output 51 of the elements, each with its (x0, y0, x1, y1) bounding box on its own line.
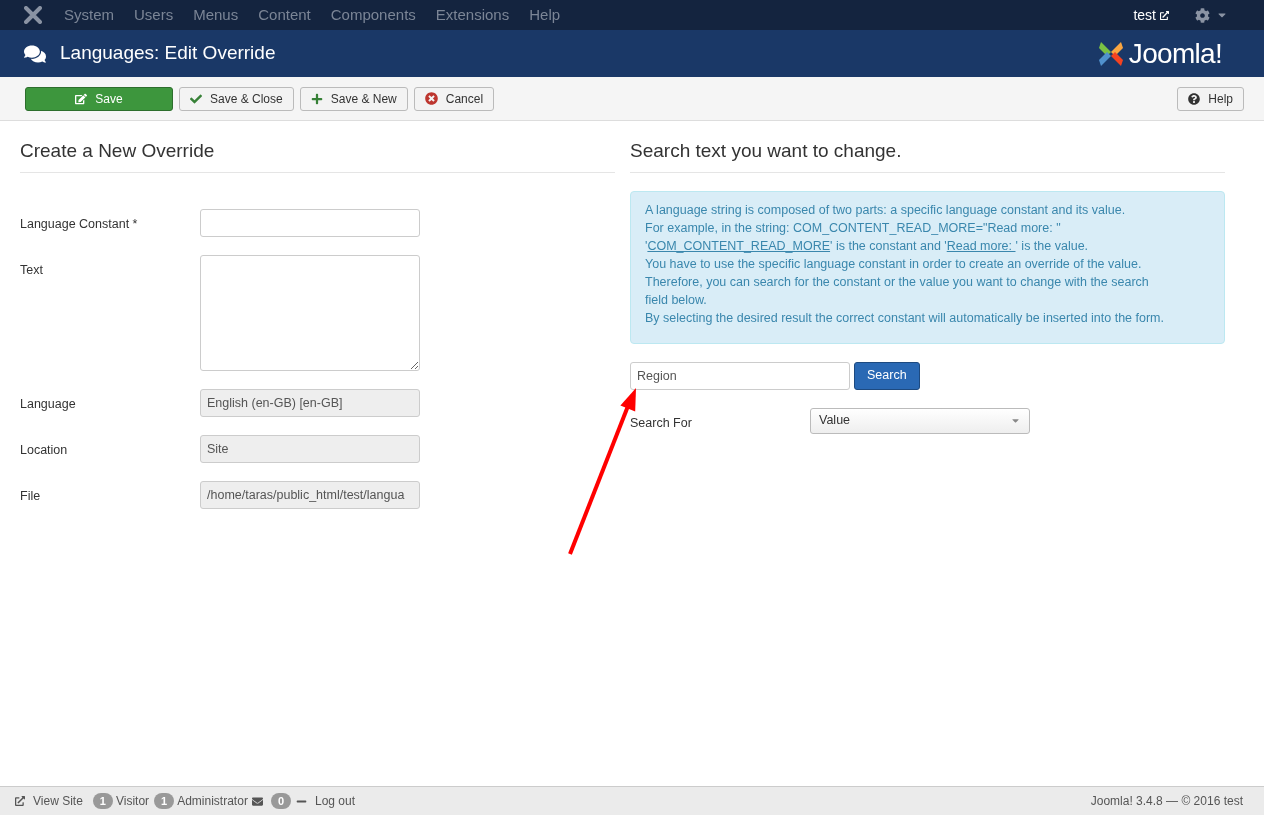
section-title: Search text you want to change. (630, 137, 1225, 173)
menu-item[interactable]: Extensions (435, 3, 510, 27)
page-title: Languages: Edit Override (60, 41, 276, 66)
toolbar-button[interactable]: Save (25, 86, 173, 111)
field-label: Search For (630, 415, 693, 433)
count-badge: 0 (270, 792, 291, 810)
menu-item[interactable]: Content (258, 3, 311, 27)
menu-item[interactable]: Components (330, 3, 416, 27)
visitor-label: Visitor (115, 793, 150, 810)
logout-link[interactable]: Log out (315, 792, 356, 810)
info-text: By selecting the desired result the correct constant will automatically be inserted into the form. (645, 309, 1165, 327)
search-button[interactable]: Search (854, 361, 920, 390)
field-label: Text (20, 261, 44, 279)
check-icon (190, 92, 202, 105)
logo-text: Joomla! (1128, 36, 1222, 71)
count-badge: 1 (92, 792, 113, 810)
administrator-label: Administrator (177, 793, 248, 810)
field-label: Language (20, 395, 77, 413)
toolbar-button[interactable]: Save & New (299, 86, 408, 111)
plus-icon (310, 92, 323, 105)
help-icon (1188, 92, 1201, 105)
field-label: Language Constant * (20, 215, 139, 233)
envelope-icon (251, 795, 263, 807)
menu-item[interactable]: Menus (193, 3, 239, 27)
help-button[interactable]: Help (1177, 86, 1244, 111)
menu-item[interactable]: Users (134, 3, 174, 27)
external-link-icon (15, 796, 25, 806)
external-link-icon (1160, 10, 1169, 20)
toolbar-button[interactable]: Cancel (413, 86, 495, 111)
edit-icon (75, 92, 88, 105)
menu-item[interactable]: Help (529, 3, 561, 27)
count-badge: 1 (154, 792, 175, 810)
cancel-icon (424, 92, 438, 105)
user-link[interactable]: test (1133, 4, 1156, 26)
input-field[interactable] (200, 208, 420, 237)
view-site-link[interactable]: View Site (33, 792, 83, 810)
info-text: A language string is composed of two parts: a specific language constant and its value. (645, 201, 1127, 219)
menu-item[interactable]: System (64, 3, 114, 27)
toolbar-button[interactable]: Save & Close (179, 86, 294, 111)
select-dropdown[interactable]: Value (810, 407, 1030, 434)
search-field[interactable]: Region (630, 361, 850, 390)
section-title: Create a New Override (20, 137, 615, 173)
joomla-mark-icon[interactable] (24, 6, 42, 24)
info-text: You have to use the specific language constant in order to create an override of the value. (645, 255, 1143, 273)
info-text: Therefore, you can search for the constant or the value you want to change with the search field below. (645, 273, 1150, 309)
copyright-text: Joomla! 3.4.8 — © 2016 test (1090, 793, 1243, 810)
field-label: Location (20, 441, 69, 459)
field-label: File (20, 487, 42, 505)
info-text: For example, in the string: COM_CONTENT_READ_MORE="Read more: " (645, 219, 1062, 237)
info-text: 'COM_CONTENT_READ_MORE' is the constant and 'Read more: ' is the value. (645, 237, 1090, 255)
settings-icon[interactable] (1195, 7, 1210, 23)
